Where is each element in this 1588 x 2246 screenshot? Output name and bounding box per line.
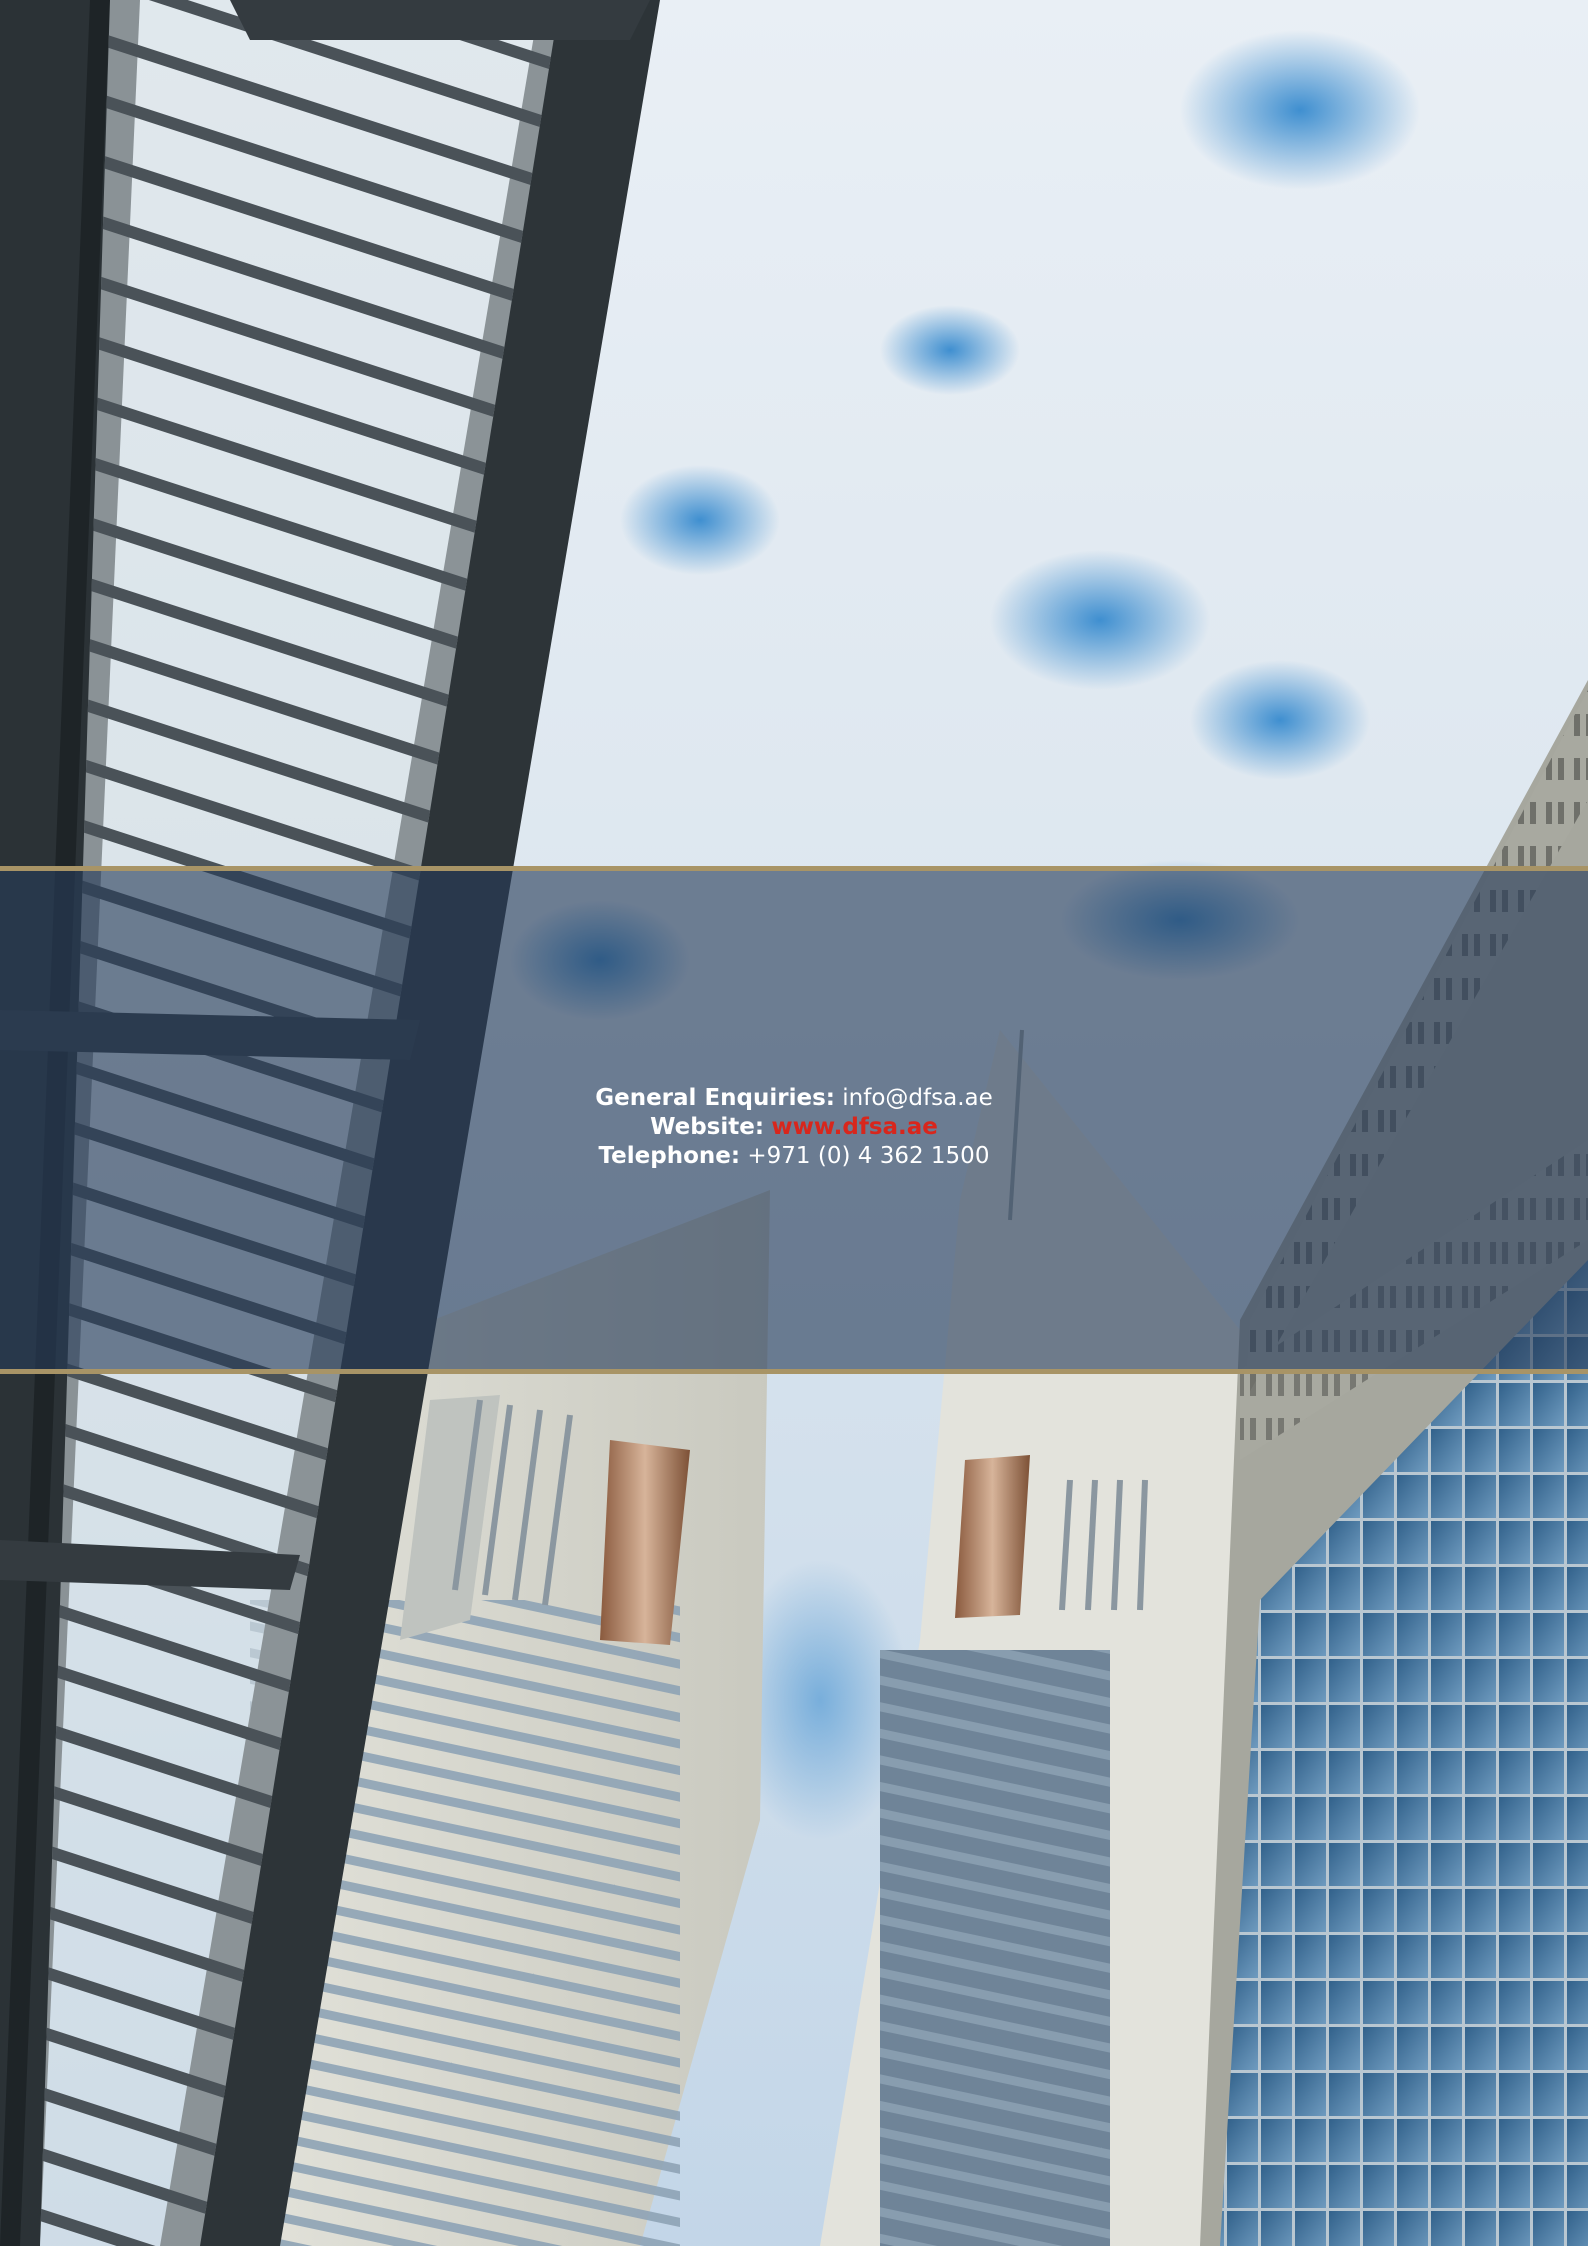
website-row: Website: www.dfsa.ae — [0, 1113, 1588, 1142]
telephone-label: Telephone: — [598, 1143, 741, 1169]
telephone-number[interactable]: +971 (0) 4 362 1500 — [747, 1143, 989, 1169]
website-label: Website: — [650, 1114, 765, 1140]
website-link[interactable]: www.dfsa.ae — [771, 1114, 938, 1140]
general-enquiries-label: General Enquiries: — [595, 1085, 835, 1111]
telephone-row: Telephone: +971 (0) 4 362 1500 — [0, 1142, 1588, 1171]
general-enquiries-email[interactable]: info@dfsa.ae — [842, 1085, 992, 1111]
contact-block: General Enquiries: info@dfsa.ae Website:… — [0, 1084, 1588, 1171]
general-enquiries-row: General Enquiries: info@dfsa.ae — [0, 1084, 1588, 1113]
